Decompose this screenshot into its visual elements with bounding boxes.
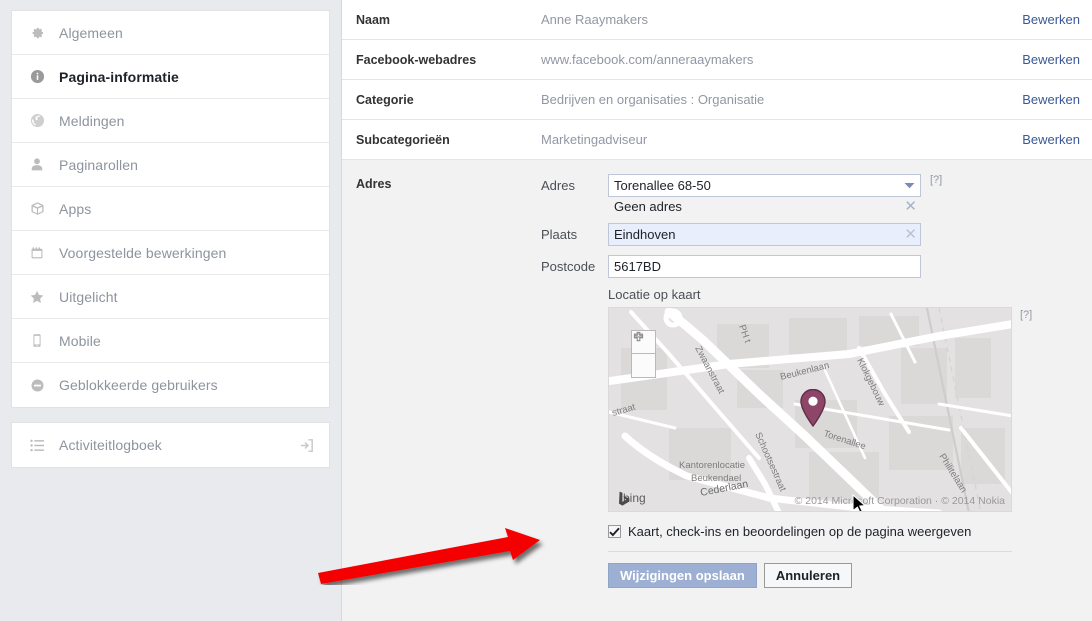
globe-icon — [26, 113, 48, 128]
row-label: Naam — [356, 12, 391, 27]
sidebar-item-apps[interactable]: Apps — [12, 187, 329, 231]
calendar-icon — [26, 246, 48, 260]
sidebar-item-meldingen[interactable]: Meldingen — [12, 99, 329, 143]
sidebar-item-label: Uitgelicht — [59, 288, 118, 305]
address-postcode-label: Postcode — [541, 259, 596, 274]
show-map-checkbox[interactable] — [608, 525, 621, 538]
map-place-label: Kantorenlocatie — [679, 460, 745, 471]
sidebar-item-geblokkeerde-gebruikers[interactable]: Geblokkeerde gebruikers — [12, 363, 329, 407]
address-street-field-wrap: [?] Geen adres ✕ — [608, 174, 942, 214]
sidebar-item-mobile[interactable]: Mobile — [12, 319, 329, 363]
sidebar-item-label: Voorgestelde bewerkingen — [59, 244, 227, 261]
star-icon — [26, 289, 48, 305]
address-help-icon[interactable]: [?] — [930, 174, 942, 186]
row-label: Subcategorieën — [356, 132, 450, 147]
address-city-row: Plaats ✕ — [541, 223, 1092, 246]
location-map[interactable]: Zwaanstraat Beukenlaan Klokgebouw Torena… — [608, 307, 1012, 512]
map-place-label: Beukendael — [691, 473, 741, 484]
sidebar-item-label: Pagina-informatie — [59, 68, 179, 85]
edit-link[interactable]: Bewerken — [1022, 92, 1080, 107]
map-heading: Locatie op kaart — [608, 287, 701, 302]
save-button[interactable]: Wijzigingen opslaan — [608, 563, 757, 588]
address-street-input[interactable] — [608, 174, 921, 197]
edit-link[interactable]: Bewerken — [1022, 132, 1080, 147]
map-zoom-controls — [631, 330, 656, 378]
page-settings-screen: Algemeen Pagina-informatie Meldingen Pag… — [0, 0, 1092, 621]
info-icon — [26, 69, 48, 84]
sidebar-item-label: Algemeen — [59, 24, 123, 41]
sidebar-secondary-nav: Activiteitlogboek — [11, 422, 330, 468]
map-help-icon[interactable]: [?] — [1020, 309, 1032, 321]
phone-icon — [26, 333, 48, 348]
row-label: Categorie — [356, 92, 414, 107]
sidebar-item-label: Mobile — [59, 332, 101, 349]
sidebar-item-algemeen[interactable]: Algemeen — [12, 11, 329, 55]
sidebar-item-label: Paginarollen — [59, 156, 139, 173]
minus-circle-icon — [26, 378, 48, 393]
clear-city-icon[interactable]: ✕ — [904, 227, 917, 242]
edit-link[interactable]: Bewerken — [1022, 12, 1080, 27]
sidebar-item-pagina-informatie[interactable]: Pagina-informatie — [12, 55, 329, 99]
sidebar-item-label: Apps — [59, 200, 92, 217]
bing-logo[interactable]: bing — [619, 491, 646, 506]
sidebar-item-voorgestelde-bewerkingen[interactable]: Voorgestelde bewerkingen — [12, 231, 329, 275]
row-value: Marketingadviseur — [541, 132, 648, 147]
address-city-label: Plaats — [541, 227, 578, 242]
address-street-row: Adres [?] Geen adres ✕ — [541, 174, 1092, 214]
map-copyright: © 2014 Microsoft Corporation · © 2014 No… — [794, 495, 1005, 507]
table-row: Categorie Bedrijven en organisaties : Or… — [342, 80, 1092, 120]
box-icon — [26, 201, 48, 216]
sidebar-item-uitgelicht[interactable]: Uitgelicht — [12, 275, 329, 319]
address-section: Adres Adres [?] Geen adres ✕ — [342, 160, 1092, 588]
form-actions: Wijzigingen opslaan Annuleren — [608, 563, 1092, 588]
sidebar-item-activiteitlogboek[interactable]: Activiteitlogboek — [12, 423, 329, 467]
address-postcode-field-wrap — [608, 255, 921, 278]
chevron-down-icon[interactable] — [898, 175, 920, 196]
address-suggestion-label[interactable]: Geen adres — [614, 199, 682, 214]
gear-icon — [26, 25, 48, 41]
external-link-icon[interactable] — [298, 437, 315, 454]
sidebar-item-paginarollen[interactable]: Paginarollen — [12, 143, 329, 187]
address-fields: Adres [?] Geen adres ✕ — [541, 174, 1092, 588]
table-row: Subcategorieën Marketingadviseur Bewerke… — [342, 120, 1092, 160]
table-row: Naam Anne Raaymakers Bewerken — [342, 0, 1092, 40]
sidebar-item-label: Geblokkeerde gebruikers — [59, 377, 218, 393]
show-map-checkbox-row: Kaart, check-ins en beoordelingen op de … — [608, 524, 1092, 539]
map-zoom-out-button[interactable] — [632, 333, 655, 377]
address-postcode-input[interactable] — [608, 255, 921, 278]
sidebar-item-label: Activiteitlogboek — [59, 437, 162, 453]
settings-sidebar: Algemeen Pagina-informatie Meldingen Pag… — [0, 0, 341, 621]
row-value: www.facebook.com/anneraaymakers — [541, 52, 754, 67]
table-row: Facebook-webadres www.facebook.com/anner… — [342, 40, 1092, 80]
form-divider — [608, 551, 1012, 552]
address-street-label: Adres — [541, 178, 575, 193]
row-value: Anne Raaymakers — [541, 12, 648, 27]
address-city-field-wrap: ✕ — [608, 223, 921, 246]
sidebar-primary-nav: Algemeen Pagina-informatie Meldingen Pag… — [11, 10, 330, 408]
show-map-checkbox-label[interactable]: Kaart, check-ins en beoordelingen op de … — [628, 524, 971, 539]
address-section-label: Adres — [356, 177, 392, 191]
row-label: Facebook-webadres — [356, 52, 477, 67]
address-city-input[interactable] — [608, 223, 921, 246]
clear-street-icon[interactable]: ✕ — [904, 199, 917, 214]
map-container: [?] Zwaanstraat Beukenlaan Klokgebouw To… — [608, 307, 1032, 512]
edit-link[interactable]: Bewerken — [1022, 52, 1080, 67]
address-postcode-row: Postcode — [541, 255, 1092, 278]
sidebar-item-label: Meldingen — [59, 112, 125, 129]
list-icon — [26, 439, 48, 452]
row-value: Bedrijven en organisaties : Organisatie — [541, 92, 765, 107]
person-icon — [26, 157, 48, 172]
page-info-panel: Naam Anne Raaymakers Bewerken Facebook-w… — [341, 0, 1092, 621]
address-suggestion-row: Geen adres ✕ — [608, 197, 921, 214]
cancel-button[interactable]: Annuleren — [763, 563, 853, 588]
